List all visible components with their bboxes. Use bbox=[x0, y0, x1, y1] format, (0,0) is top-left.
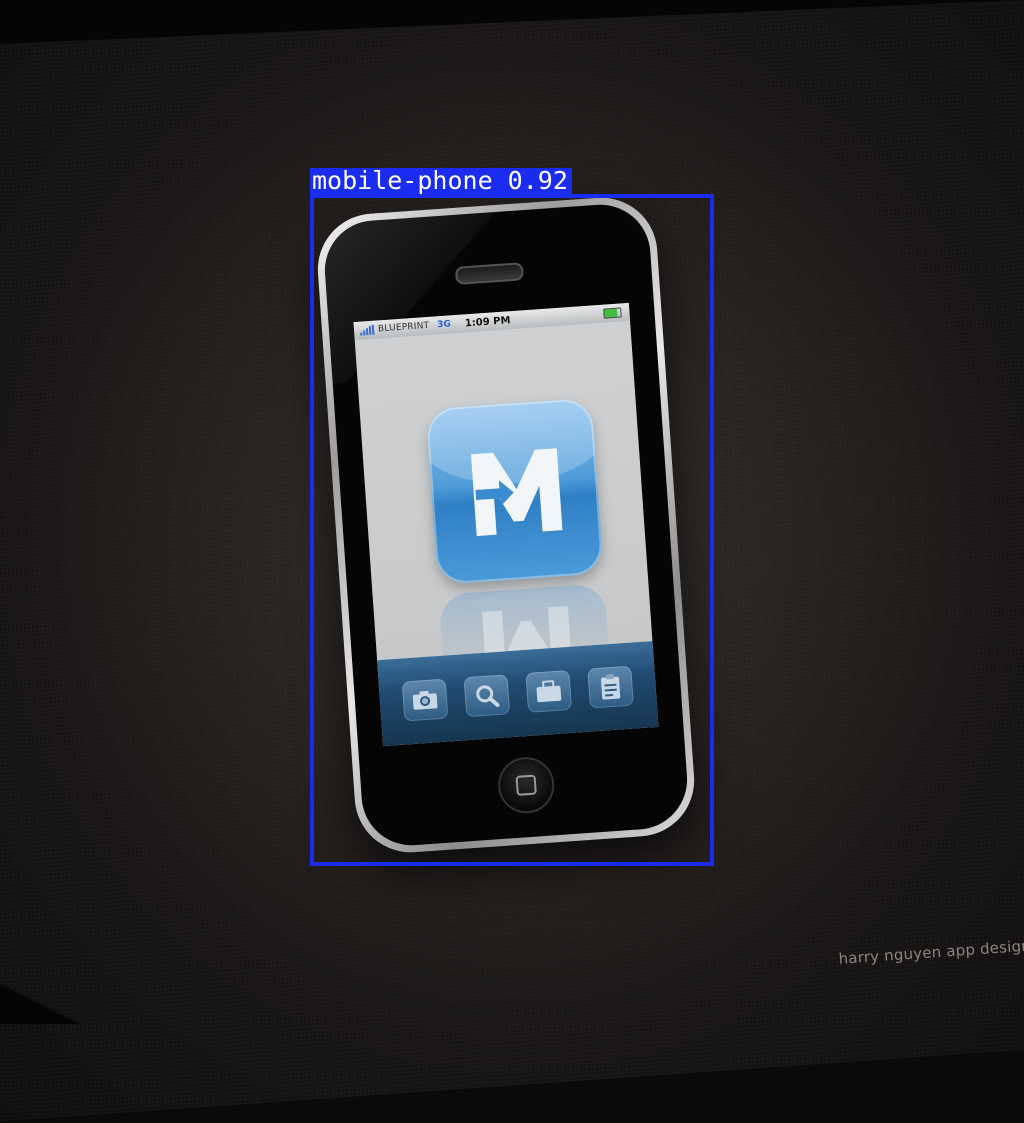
image-border-bottom bbox=[0, 984, 80, 1024]
detection-label: mobile-phone 0.92 bbox=[310, 168, 572, 194]
image-border-top bbox=[0, 0, 1024, 44]
detection-box bbox=[310, 194, 714, 866]
